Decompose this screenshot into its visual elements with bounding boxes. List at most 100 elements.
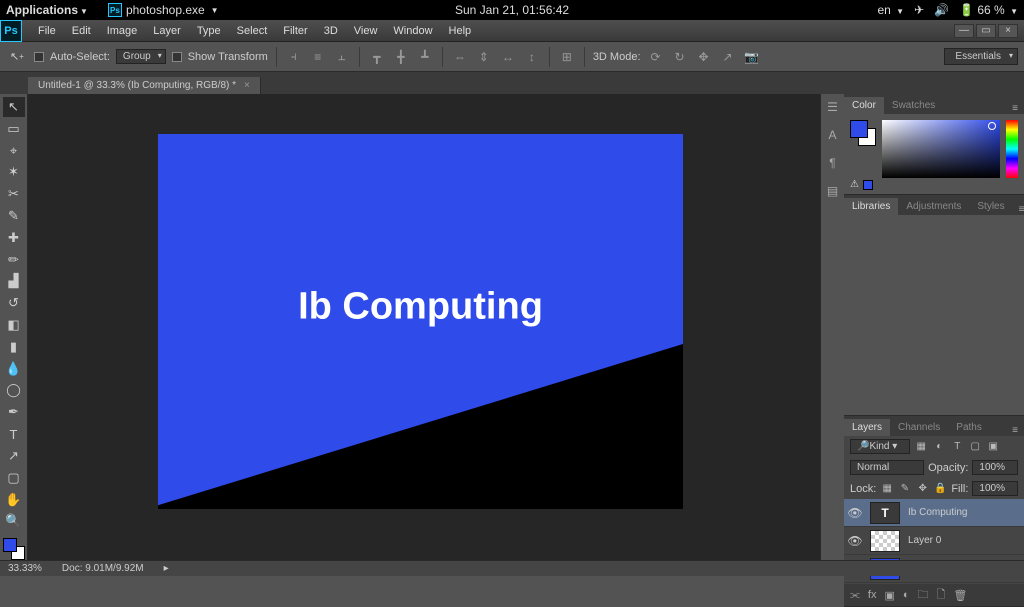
color-tab[interactable]: Color <box>844 97 884 114</box>
layer-filter-kind[interactable]: 🔎Kind ▾ <box>850 439 910 454</box>
distribute-space-h-icon[interactable]: ↔ <box>499 48 517 66</box>
align-top-icon[interactable]: ┳ <box>368 48 386 66</box>
paths-tab[interactable]: Paths <box>948 419 990 436</box>
healing-tool[interactable]: ✚ <box>3 228 25 248</box>
lasso-tool[interactable]: ⌖ <box>3 141 25 161</box>
menu-edit[interactable]: Edit <box>64 20 99 41</box>
canvas-area[interactable]: Ib Computing <box>28 94 820 560</box>
menu-3d[interactable]: 3D <box>316 20 346 41</box>
document-canvas[interactable]: Ib Computing <box>158 134 683 509</box>
window-close-button[interactable]: × <box>998 24 1018 38</box>
3d-roll-icon[interactable]: ↻ <box>671 48 689 66</box>
blur-tool[interactable]: 💧 <box>3 359 25 379</box>
panel-menu-icon[interactable]: ≡ <box>1013 204 1024 215</box>
applications-menu[interactable]: Applications▼ <box>6 3 88 17</box>
align-center-v-icon[interactable]: ╋ <box>392 48 410 66</box>
blend-mode-dropdown[interactable]: Normal <box>850 460 924 475</box>
eyedropper-tool[interactable]: ✎ <box>3 206 25 226</box>
link-layers-icon[interactable]: ⫘ <box>850 589 860 602</box>
align-center-h-icon[interactable]: ≡ <box>309 48 327 66</box>
battery-indicator[interactable]: 🔋 66 % ▼ <box>959 3 1018 17</box>
filter-type-icon[interactable]: T <box>950 440 964 454</box>
history-panel-icon[interactable]: ☰ <box>824 98 842 116</box>
window-maximize-button[interactable]: ▭ <box>976 24 996 38</box>
3d-camera-icon[interactable]: 📷 <box>743 48 761 66</box>
menu-help[interactable]: Help <box>441 20 480 41</box>
zoom-tool[interactable]: 🔍 <box>3 511 25 531</box>
menu-view[interactable]: View <box>346 20 386 41</box>
layer-mask-icon[interactable]: ▣ <box>884 589 894 602</box>
filter-pixel-icon[interactable]: ▦ <box>914 440 928 454</box>
align-bottom-icon[interactable]: ┻ <box>416 48 434 66</box>
panel-menu-icon[interactable]: ≡ <box>1006 425 1024 436</box>
auto-select-checkbox[interactable] <box>34 52 44 62</box>
language-indicator[interactable]: en ▼ <box>877 3 904 17</box>
layer-row[interactable]: 👁 T Ib Computing <box>844 499 1024 527</box>
layers-tab[interactable]: Layers <box>844 419 890 436</box>
menu-window[interactable]: Window <box>385 20 440 41</box>
path-tool[interactable]: ↗ <box>3 446 25 466</box>
styles-tab[interactable]: Styles <box>969 198 1012 215</box>
visibility-icon[interactable]: 👁 <box>844 506 866 520</box>
libraries-tab[interactable]: Libraries <box>844 198 898 215</box>
styles-panel-icon[interactable]: ▤ <box>824 182 842 200</box>
menu-type[interactable]: Type <box>189 20 229 41</box>
move-tool[interactable]: ↖ <box>3 97 25 117</box>
lock-all-icon[interactable]: 🔒 <box>934 482 948 496</box>
layer-fx-icon[interactable]: fx <box>868 589 877 601</box>
taskbar-app[interactable]: Ps photoshop.exe▼ <box>108 3 219 17</box>
volume-icon[interactable]: 🔊 <box>934 3 949 17</box>
marquee-tool[interactable]: ▭ <box>3 119 25 139</box>
filter-adjust-icon[interactable]: ◐ <box>932 440 946 454</box>
gradient-tool[interactable]: ▮ <box>3 337 25 357</box>
fill-layer-icon[interactable]: ◐ <box>903 589 910 601</box>
paragraph-panel-icon[interactable]: ¶ <box>824 154 842 172</box>
menu-filter[interactable]: Filter <box>275 20 315 41</box>
lock-transparency-icon[interactable]: ▦ <box>880 482 894 496</box>
auto-select-dropdown[interactable]: Group <box>116 49 166 64</box>
adjustments-tab[interactable]: Adjustments <box>898 198 969 215</box>
eraser-tool[interactable]: ◧ <box>3 315 25 335</box>
group-icon[interactable]: 🗀 <box>918 586 929 605</box>
menu-layer[interactable]: Layer <box>145 20 189 41</box>
character-panel-icon[interactable]: A <box>824 126 842 144</box>
hue-slider[interactable] <box>1006 120 1018 178</box>
type-tool[interactable]: T <box>3 424 25 444</box>
panel-menu-icon[interactable]: ≡ <box>1006 103 1024 114</box>
filter-smart-icon[interactable]: ▣ <box>986 440 1000 454</box>
clone-tool[interactable]: ▟ <box>3 272 25 292</box>
delete-layer-icon[interactable]: 🗑 <box>953 589 967 602</box>
opacity-input[interactable]: 100% <box>972 460 1018 475</box>
toggle-overlay-icon[interactable]: ⊞ <box>558 48 576 66</box>
new-layer-icon[interactable]: 🗋 <box>937 586 946 605</box>
color-field[interactable] <box>882 120 1000 178</box>
3d-orbit-icon[interactable]: ⟳ <box>647 48 665 66</box>
lock-position-icon[interactable]: ✥ <box>916 482 930 496</box>
document-info[interactable]: Doc: 9.01M/9.92M <box>62 563 144 574</box>
panel-color-swatch[interactable] <box>850 120 876 146</box>
foreground-color[interactable] <box>3 538 17 552</box>
airplane-icon[interactable]: ✈ <box>914 3 924 17</box>
visibility-icon[interactable]: 👁 <box>844 534 866 548</box>
document-tab[interactable]: Untitled-1 @ 33.3% (Ib Computing, RGB/8)… <box>28 77 261 94</box>
window-minimize-button[interactable]: — <box>954 24 974 38</box>
menu-select[interactable]: Select <box>229 20 276 41</box>
menu-file[interactable]: File <box>30 20 64 41</box>
layer-row[interactable]: 👁 Layer 0 <box>844 527 1024 555</box>
zoom-level[interactable]: 33.33% <box>8 563 42 574</box>
close-tab-icon[interactable]: × <box>244 80 250 91</box>
color-swatch[interactable] <box>3 538 25 560</box>
show-transform-checkbox[interactable] <box>172 52 182 62</box>
3d-slide-icon[interactable]: ↗ <box>719 48 737 66</box>
fill-input[interactable]: 100% <box>972 481 1018 496</box>
pen-tool[interactable]: ✒ <box>3 402 25 422</box>
brush-tool[interactable]: ✏ <box>3 250 25 270</box>
swatches-tab[interactable]: Swatches <box>884 97 943 114</box>
dodge-tool[interactable]: ◯ <box>3 381 25 401</box>
history-brush-tool[interactable]: ↺ <box>3 293 25 313</box>
distribute-h-icon[interactable]: ⇔ <box>451 48 469 66</box>
magic-wand-tool[interactable]: ✶ <box>3 162 25 182</box>
menu-image[interactable]: Image <box>99 20 146 41</box>
channels-tab[interactable]: Channels <box>890 419 948 436</box>
filter-shape-icon[interactable]: ▢ <box>968 440 982 454</box>
